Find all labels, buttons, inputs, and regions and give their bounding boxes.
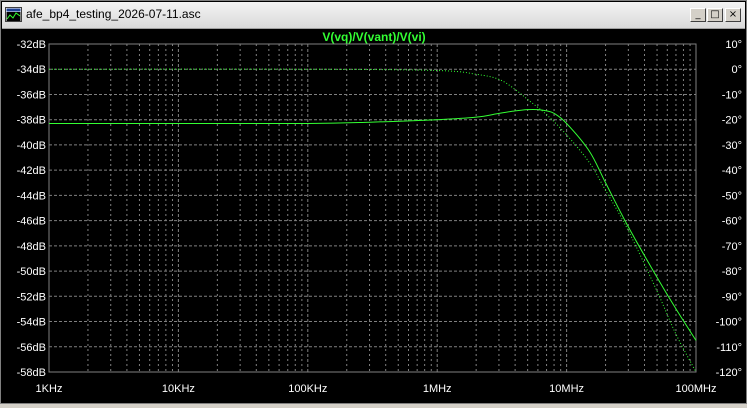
y-tick-label-left: -46dB	[17, 216, 46, 228]
y-tick-label-left: -56dB	[17, 342, 46, 354]
x-tick-label: 100MHz	[676, 383, 717, 395]
x-tick-label: 10KHz	[162, 383, 195, 395]
y-tick-label-left: -48dB	[17, 241, 46, 253]
y-tick-label-right: -70°	[722, 241, 742, 253]
y-tick-label-left: -40dB	[17, 140, 46, 152]
y-tick-label-right: -40°	[722, 165, 742, 177]
bode-plot[interactable]: -32dB -34dB -36dB -38dB -40dB -42dB -44dB -46dB…	[2, 29, 745, 403]
y-tick-label-right: -120°	[716, 367, 742, 379]
title-bar[interactable]: afe_bp4_testing_2026-07-11.asc _ □ ×	[2, 2, 745, 29]
y-tick-label-right: -60°	[722, 216, 742, 228]
y-tick-label-left: -36dB	[17, 89, 46, 101]
waveform-document-icon	[5, 7, 22, 22]
axis-labels: -32dB -34dB -36dB -38dB -40dB -42dB -44dB -46dB…	[17, 39, 742, 395]
maximize-button[interactable]: □	[707, 8, 723, 22]
y-tick-label-left: -32dB	[17, 39, 46, 51]
y-tick-label-right: -10°	[722, 89, 742, 101]
y-tick-label-left: -50dB	[17, 266, 46, 278]
y-tick-label-right: -30°	[722, 140, 742, 152]
y-tick-label-left: -52dB	[17, 291, 46, 303]
y-tick-label-right: -90°	[722, 291, 742, 303]
y-tick-label-left: -42dB	[17, 165, 46, 177]
x-tick-label: 1KHz	[36, 383, 63, 395]
y-tick-label-right: 0°	[731, 64, 742, 76]
trace-title[interactable]: V(vq)/V(vant)/V(vi)	[322, 30, 425, 44]
minimize-button[interactable]: _	[690, 8, 706, 22]
y-tick-label-right: -50°	[722, 190, 742, 202]
y-tick-label-left: -58dB	[17, 367, 46, 379]
y-tick-label-left: -44dB	[17, 190, 46, 202]
x-tick-label: 10MHz	[549, 383, 584, 395]
y-tick-label-right: 10°	[725, 39, 742, 51]
grid	[48, 43, 697, 373]
y-tick-label-right: -20°	[722, 115, 742, 127]
y-tick-label-left: -54dB	[17, 317, 46, 329]
waveform-window: afe_bp4_testing_2026-07-11.asc _ □ × -32…	[0, 0, 747, 404]
plot-frame	[48, 43, 697, 373]
x-tick-label: 100KHz	[288, 383, 327, 395]
y-tick-label-right: -100°	[716, 317, 742, 329]
y-tick-label-left: -38dB	[17, 115, 46, 127]
x-tick-label: 1MHz	[423, 383, 452, 395]
y-tick-label-right: -80°	[722, 266, 742, 278]
magnitude-trace	[49, 108, 697, 341]
y-tick-label-right: -110°	[716, 342, 742, 354]
window-title: afe_bp4_testing_2026-07-11.asc	[26, 7, 201, 21]
close-button[interactable]: ×	[725, 8, 741, 22]
y-tick-label-left: -34dB	[17, 64, 46, 76]
plot-area[interactable]: -32dB -34dB -36dB -38dB -40dB -42dB -44dB -46dB…	[2, 29, 745, 403]
